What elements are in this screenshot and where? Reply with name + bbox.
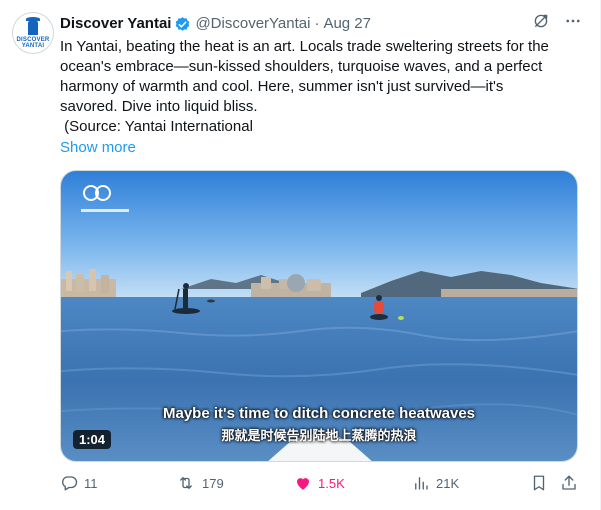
tweet-text: In Yantai, beating the heat is an art. L… bbox=[60, 37, 580, 137]
video-player[interactable]: Maybe it's time to ditch concrete heatwa… bbox=[60, 170, 578, 462]
avatar-text: DISCOVER YANTAI bbox=[16, 36, 50, 49]
repost-button[interactable]: 179 bbox=[176, 474, 224, 492]
header-actions bbox=[532, 12, 582, 35]
more-options-icon[interactable] bbox=[564, 12, 582, 35]
heart-icon bbox=[297, 478, 309, 490]
reply-button[interactable]: 11 bbox=[60, 474, 98, 492]
tweet-header: Discover Yantai @DiscoverYantai · Aug 27 bbox=[60, 14, 371, 34]
action-bar: 11 179 1.5K 21K bbox=[60, 474, 580, 494]
repost-count: 179 bbox=[202, 475, 224, 491]
show-more-link[interactable]: Show more bbox=[60, 139, 136, 156]
video-duration-badge: 1:04 bbox=[73, 430, 112, 449]
bookmark-button[interactable] bbox=[530, 474, 554, 492]
reply-icon bbox=[62, 476, 78, 491]
tweet-text-line: (Source: Yantai International bbox=[60, 118, 253, 135]
grok-icon[interactable] bbox=[532, 12, 550, 35]
video-caption-english: Maybe it's time to ditch concrete heatwa… bbox=[163, 405, 475, 422]
repost-icon bbox=[180, 477, 192, 489]
reply-count: 11 bbox=[84, 475, 98, 491]
lighthouse-icon bbox=[26, 16, 40, 35]
share-icon bbox=[562, 475, 576, 490]
tweet-text-line: harmony of warmth and cool. Here, summer… bbox=[60, 78, 504, 95]
tweet-text-line: savored. Dive into liquid bliss. bbox=[60, 98, 258, 115]
share-button[interactable] bbox=[560, 474, 584, 492]
avatar[interactable]: DISCOVER YANTAI bbox=[12, 12, 54, 54]
tweet-card[interactable]: DISCOVER YANTAI Discover Yantai @Discove… bbox=[0, 0, 601, 510]
bookmark-icon bbox=[533, 475, 545, 491]
like-button[interactable]: 1.5K bbox=[294, 474, 345, 492]
broadcaster-logo bbox=[77, 181, 133, 219]
tweet-text-line: ocean's embrace—sun-kissed shoulders, tu… bbox=[60, 58, 543, 75]
post-date[interactable]: Aug 27 bbox=[323, 14, 371, 34]
verified-badge-icon[interactable] bbox=[174, 16, 191, 33]
video-caption-chinese: 那就是时候告别陆地上蒸腾的热浪 bbox=[221, 428, 417, 443]
views-count: 21K bbox=[436, 475, 460, 491]
separator-dot: · bbox=[314, 15, 320, 32]
like-count: 1.5K bbox=[318, 475, 345, 491]
views-icon bbox=[415, 477, 428, 490]
author-handle[interactable]: @DiscoverYantai bbox=[195, 14, 310, 34]
views-button[interactable]: 21K bbox=[412, 474, 459, 492]
author-name[interactable]: Discover Yantai bbox=[60, 14, 171, 34]
tweet-text-line: In Yantai, beating the heat is an art. L… bbox=[60, 38, 549, 55]
